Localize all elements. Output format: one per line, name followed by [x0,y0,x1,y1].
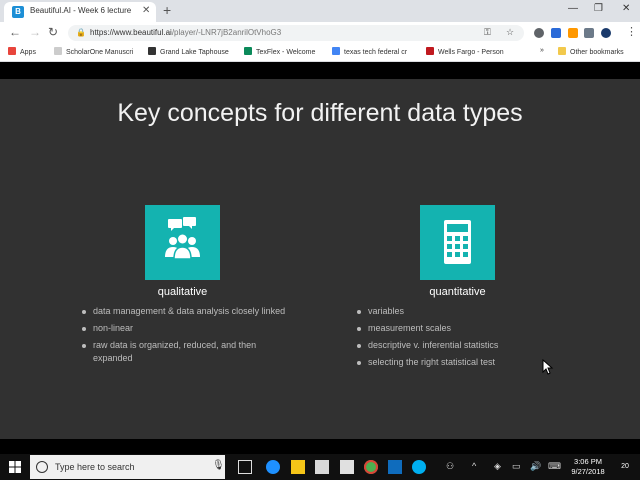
quantitative-heading: quantitative [429,286,486,298]
mouse-cursor-icon [542,359,554,375]
bookmark-item[interactable]: Grand Lake Taphouse [148,47,240,59]
url-path: /player/-LNR7jB2anrilOtVhoG3 [171,28,282,37]
battery-icon[interactable]: ▭ [512,461,521,472]
browser-tab[interactable]: B Beautiful.AI - Week 6 lecture ✕ [4,2,156,22]
search-placeholder: Type here to search [55,462,135,472]
calculator-icon [444,220,471,264]
back-button[interactable]: ← [9,25,21,39]
extension-icon[interactable] [534,28,544,38]
bookmark-favicon-icon [54,47,62,55]
taskbar: Type here to search 🎙 ⚇ ^ ◈ ▭ 🔊 ⌨ 3:06 P… [0,454,640,480]
volume-icon[interactable]: 🔊 [530,461,541,472]
quantitative-icon-tile [420,205,495,280]
chrome-icon[interactable] [364,460,378,474]
bookmark-label: TexFlex - Welcome [256,49,316,56]
lock-icon: 🔒 [76,28,86,37]
list-item: selecting the right statistical test [357,356,567,369]
notification-count: 20 [621,463,629,470]
bookmark-label: Other bookmarks [570,49,624,56]
bookmark-label: Apps [20,49,36,56]
task-view-icon[interactable] [238,460,252,474]
qualitative-icon-tile [145,205,220,280]
tab-close-icon[interactable]: ✕ [142,5,150,16]
url-text: https://www.beautiful.ai/player/-LNR7jB2… [90,28,281,37]
cortana-icon [36,461,48,473]
reload-button[interactable]: ↻ [48,25,58,39]
bookmark-label: Wells Fargo - Person [438,49,504,56]
quantitative-bullets: variables measurement scales descriptive… [357,305,567,373]
address-bar[interactable]: 🔒 https://www.beautiful.ai/player/-LNR7j… [68,25,524,41]
edge-icon[interactable] [266,460,280,474]
slide: Key concepts for different data types qu… [0,79,640,439]
restore-icon[interactable]: ❐ [594,3,603,14]
minimize-icon[interactable]: — [568,3,578,14]
browser-menu-icon[interactable]: ⋮ [626,25,637,38]
bookmark-label: ScholarOne Manuscri [66,49,134,56]
slide-title: Key concepts for different data types [117,99,523,127]
mail-icon[interactable] [340,460,354,474]
forward-button[interactable]: → [29,25,41,39]
qualitative-heading: qualitative [157,286,208,298]
bookmark-item[interactable]: Wells Fargo - Person [426,47,512,59]
list-item: measurement scales [357,322,567,335]
folder-icon [558,47,566,55]
close-window-icon[interactable]: ✕ [622,3,630,14]
bookmark-item[interactable]: Other bookmarks [558,47,636,59]
windows-start-icon[interactable] [9,461,21,473]
key-icon[interactable]: ⚿ [484,27,491,38]
profile-avatar[interactable] [601,28,611,38]
action-center-icon[interactable]: 20 [617,459,633,475]
skype-icon[interactable] [412,460,426,474]
bookmark-label: texas tech federal cr [344,49,408,56]
microphone-icon[interactable]: 🎙 [212,460,225,471]
extension-icon[interactable] [551,28,561,38]
bookmark-favicon-icon [332,47,340,55]
outlook-icon[interactable] [388,460,402,474]
extension-icon[interactable] [584,28,594,38]
bookmarks-overflow-button[interactable]: » [540,47,550,59]
store-icon[interactable] [315,460,329,474]
dropbox-icon[interactable]: ◈ [494,461,501,472]
people-icon[interactable]: ⚇ [446,461,454,472]
apps-grid-icon [8,47,16,55]
bookmark-item[interactable]: TexFlex - Welcome [244,47,326,59]
tab-favicon: B [12,6,24,18]
bookmark-item[interactable]: Apps [8,47,48,59]
bookmark-favicon-icon [426,47,434,55]
bookmark-favicon-icon [148,47,156,55]
bookmark-item[interactable]: texas tech federal cr [332,47,420,59]
star-icon[interactable]: ☆ [506,27,514,38]
page-viewport: Key concepts for different data types qu… [0,63,640,454]
bookmark-label: Grand Lake Taphouse [160,49,229,56]
bookmarks-bar: Apps ScholarOne Manuscri Grand Lake Taphou… [0,44,640,62]
list-item: raw data is organized, reduced, and then… [82,339,292,365]
taskbar-search-box[interactable]: Type here to search 🎙 [30,455,225,479]
new-tab-button[interactable]: + [163,2,171,18]
qualitative-bullets: data management & data analysis closely … [82,305,292,369]
clock-date: 9/27/2018 [571,467,605,476]
bookmark-item[interactable]: ScholarOne Manuscri [54,47,142,59]
browser-toolbar: ← → ↻ 🔒 https://www.beautiful.ai/player/… [0,22,640,44]
list-item: data management & data analysis closely … [82,305,292,318]
list-item: variables [357,305,567,318]
tab-title: Beautiful.AI - Week 6 lecture [30,6,132,15]
clock-time: 3:06 PM [574,457,602,466]
people-discussion-icon [165,217,200,260]
list-item: descriptive v. inferential statistics [357,339,567,352]
extension-icon[interactable] [568,28,578,38]
bookmark-favicon-icon [244,47,252,55]
url-host: https://www.beautiful.ai [90,28,172,37]
list-item: non-linear [82,322,292,335]
taskbar-clock[interactable]: 3:06 PM 9/27/2018 [560,457,616,477]
tray-chevron-icon[interactable]: ^ [472,461,476,471]
tab-strip: B Beautiful.AI - Week 6 lecture ✕ + — ❐ … [0,0,640,22]
file-explorer-icon[interactable] [291,460,305,474]
